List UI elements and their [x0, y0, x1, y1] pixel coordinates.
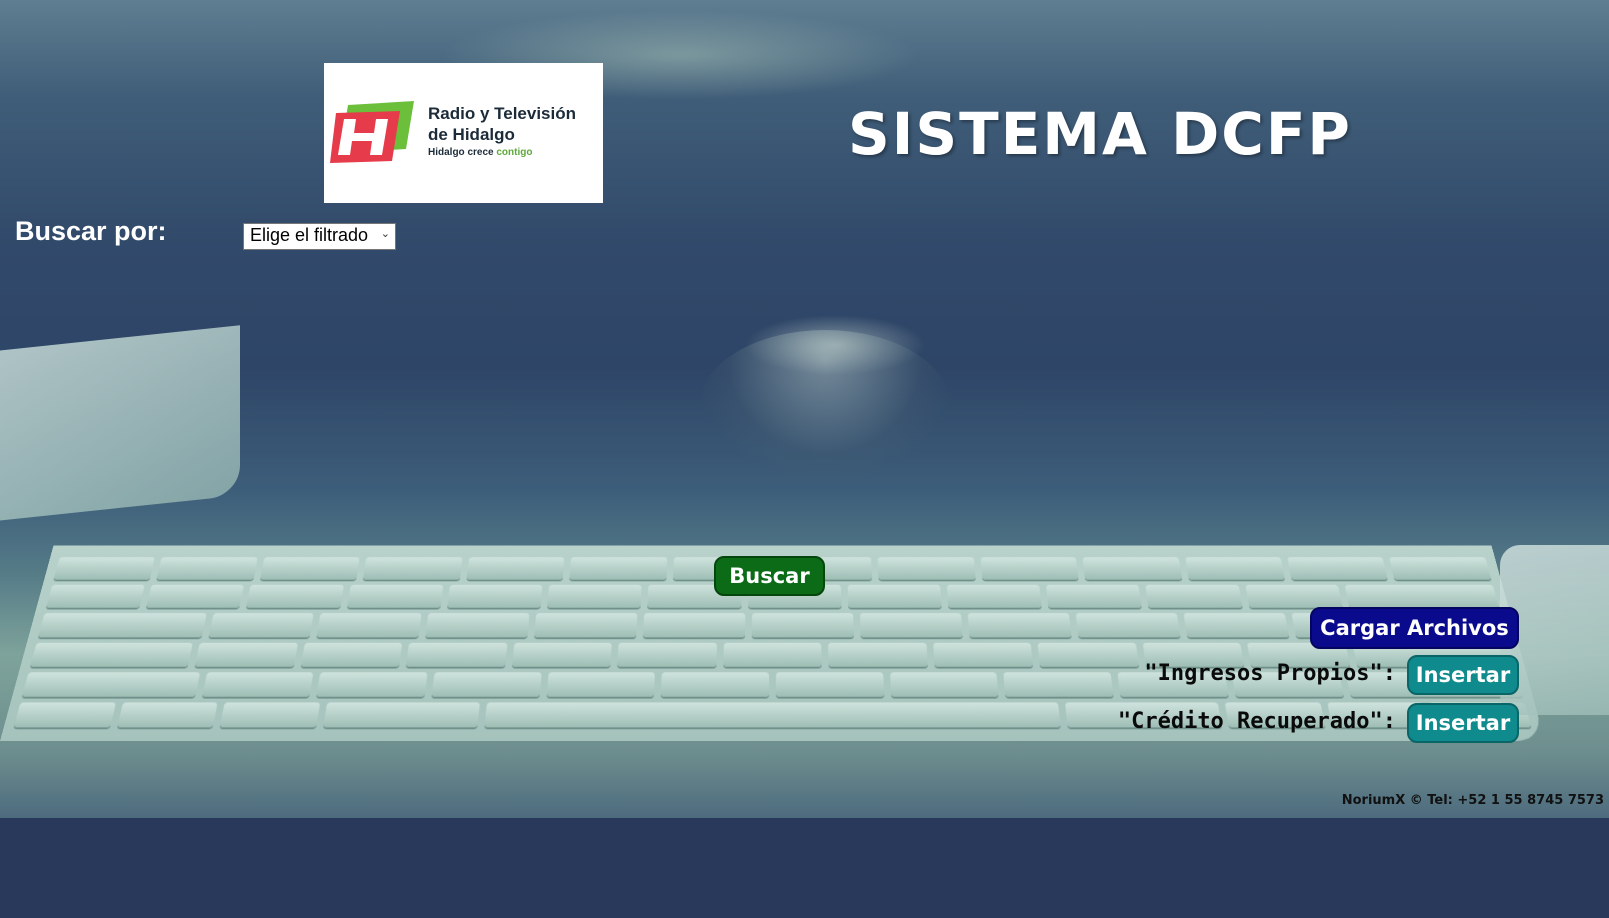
- credito-recuperado-label: "Crédito Recuperado":: [1117, 709, 1396, 734]
- filter-label: Buscar por:: [15, 216, 167, 246]
- logo: Radio y Televisión de Hidalgo Hidalgo cr…: [324, 63, 603, 203]
- chevron-down-icon: ⌄: [380, 228, 390, 240]
- page-title: SISTEMA DCFP: [848, 100, 1352, 168]
- monitor-stand: [700, 330, 950, 480]
- search-button[interactable]: Buscar: [714, 556, 825, 596]
- insert-credito-button[interactable]: Insertar: [1407, 703, 1519, 743]
- filter-select-value: Elige el filtrado: [250, 225, 369, 245]
- logo-title: Radio y Televisión de Hidalgo: [428, 104, 577, 144]
- ingresos-propios-label: "Ingresos Propios":: [1144, 661, 1396, 686]
- rtvh-logo-icon: [330, 101, 414, 163]
- footer-contact: NoriumX © Tel: +52 1 55 8745 7573: [1341, 793, 1604, 808]
- left-device: [0, 325, 240, 525]
- filter-select[interactable]: Elige el filtrado ⌄: [243, 223, 396, 250]
- insert-ingresos-button[interactable]: Insertar: [1407, 655, 1519, 695]
- logo-tagline: Hidalgo crece contigo: [428, 147, 533, 158]
- upload-files-button[interactable]: Cargar Archivos: [1310, 607, 1519, 649]
- background-photo: [0, 0, 1609, 818]
